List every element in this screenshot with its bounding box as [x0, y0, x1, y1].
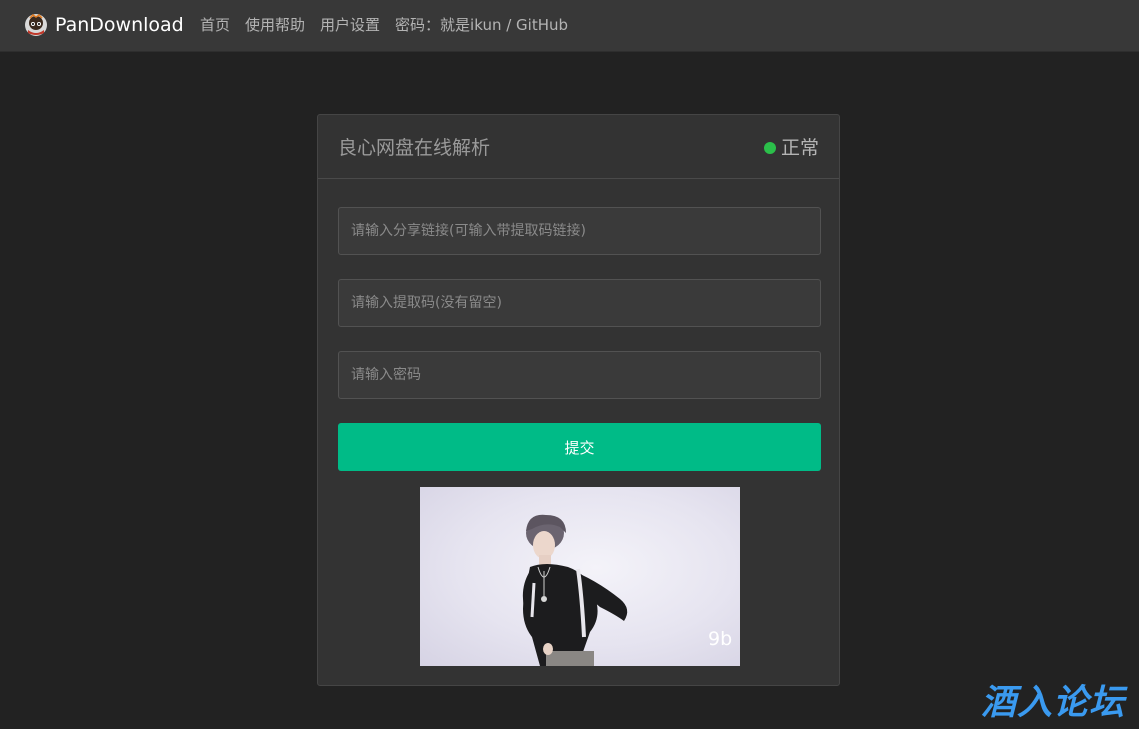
nav-menu: 首页 使用帮助 用户设置 密码：就是ikun / GitHub — [200, 13, 568, 37]
animated-photo: 9b — [420, 487, 740, 666]
share-link-input[interactable] — [338, 207, 821, 255]
brand-link[interactable]: PanDownload — [24, 13, 184, 37]
password-input[interactable] — [338, 351, 821, 399]
nav-user-settings[interactable]: 用户设置 — [320, 13, 380, 37]
extract-code-input[interactable] — [338, 279, 821, 327]
status-dot-icon — [763, 142, 776, 154]
status-indicator: 正常 — [763, 135, 819, 161]
photo-watermark: 9b — [708, 628, 732, 650]
submit-button[interactable]: 提交 — [338, 423, 821, 471]
parse-card: 良心网盘在线解析 正常 提交 — [317, 114, 840, 686]
nav-password-github[interactable]: 密码：就是ikun / GitHub — [395, 13, 568, 37]
top-navbar: PanDownload 首页 使用帮助 用户设置 密码：就是ikun / Git… — [0, 0, 1139, 52]
brand-name: PanDownload — [55, 14, 184, 36]
card-header: 良心网盘在线解析 正常 — [318, 115, 839, 179]
nav-help[interactable]: 使用帮助 — [245, 13, 305, 37]
brand-logo-icon — [24, 13, 48, 37]
nav-home[interactable]: 首页 — [200, 13, 230, 37]
status-label: 正常 — [780, 137, 819, 159]
photo-illustration: 9b — [522, 514, 732, 666]
card-title: 良心网盘在线解析 — [338, 137, 491, 159]
site-watermark: 酒入论坛 — [980, 683, 1125, 722]
